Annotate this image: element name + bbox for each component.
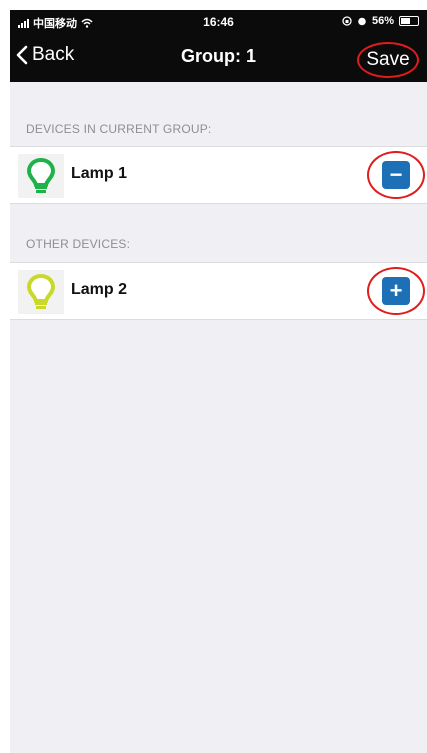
lock-rotation-icon — [342, 16, 352, 26]
minus-icon: − — [382, 161, 410, 189]
lamp-1-label: Lamp 1 — [71, 165, 128, 182]
app-screen: 中国移动 16:46 56% Back Group: 1 Save DEVICE… — [10, 10, 427, 753]
save-label: Save — [366, 49, 410, 70]
alarm-icon — [358, 17, 366, 26]
remove-lamp-1-button[interactable]: − — [367, 151, 425, 199]
other-devices-header: OTHER DEVICES: — [26, 237, 131, 251]
save-button[interactable]: Save — [357, 42, 419, 78]
battery-area: 56% — [342, 15, 419, 27]
plus-icon: + — [382, 277, 410, 305]
bulb-yellow-icon — [18, 270, 64, 314]
status-bar: 中国移动 16:46 56% — [10, 10, 427, 34]
list-item-lamp-2[interactable]: Lamp 2 + — [10, 262, 427, 320]
lamp-2-label: Lamp 2 — [71, 281, 128, 298]
current-group-header: DEVICES IN CURRENT GROUP: — [26, 122, 212, 136]
battery-percent: 56% — [371, 15, 394, 27]
add-lamp-2-button[interactable]: + — [367, 267, 425, 315]
battery-icon — [399, 16, 419, 26]
nav-bar: Back Group: 1 Save — [10, 34, 427, 82]
top-bar: 中国移动 16:46 56% Back Group: 1 Save — [10, 10, 427, 82]
bulb-green-icon — [18, 154, 64, 198]
list-item-lamp-1[interactable]: Lamp 1 − — [10, 146, 427, 204]
